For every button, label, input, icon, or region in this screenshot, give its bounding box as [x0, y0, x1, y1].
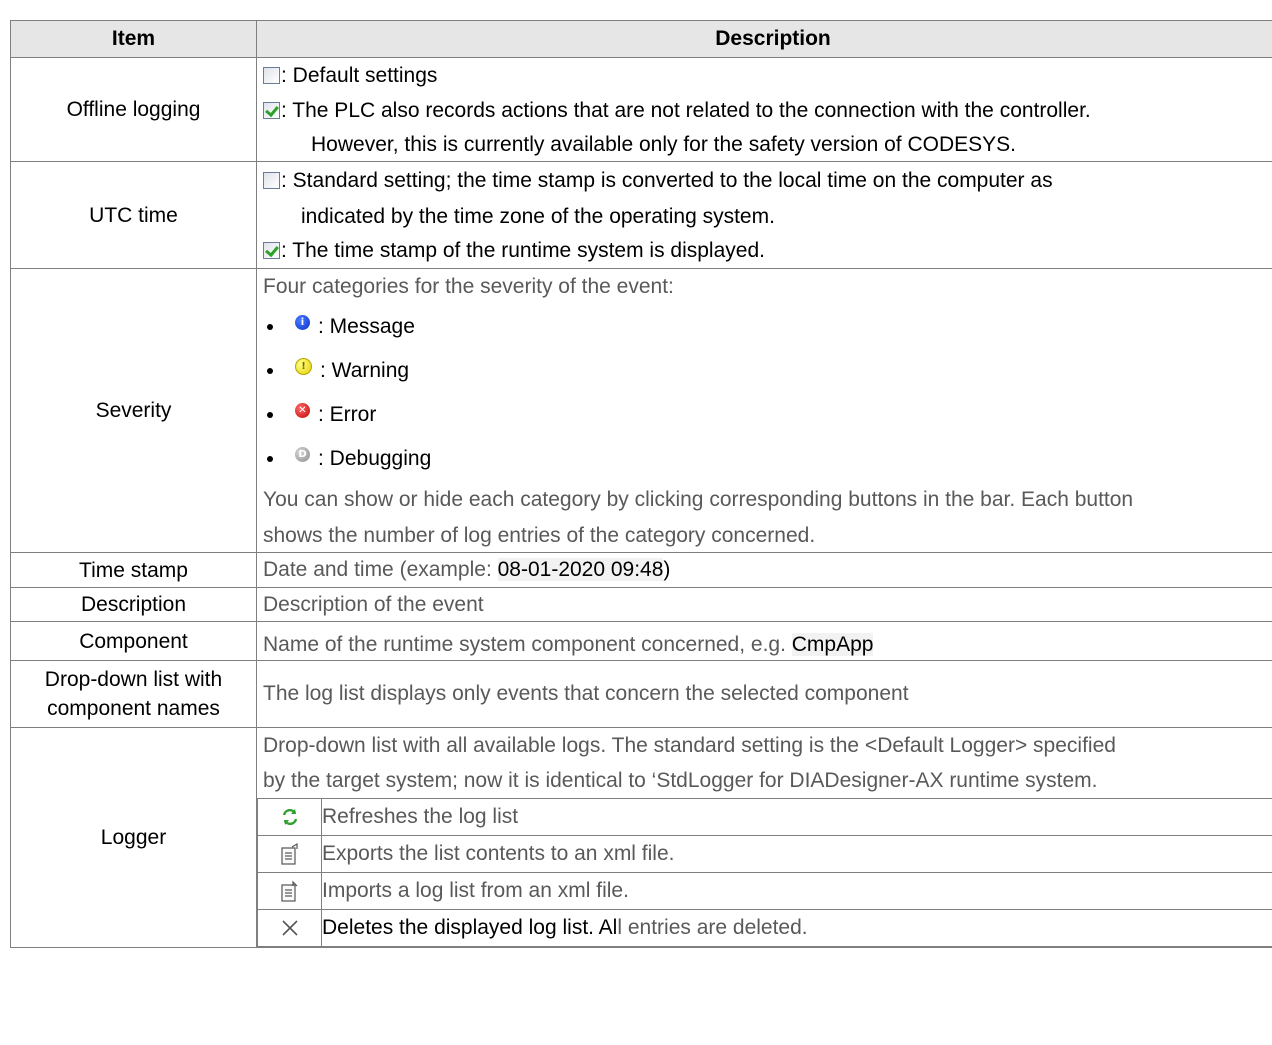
delete-text-b: l entries are deleted.	[617, 916, 808, 939]
desc-time-stamp: Date and time (example: 08-01-2020 09:48…	[256, 552, 1272, 588]
severity-label: : Error	[318, 403, 377, 426]
header-item: Item	[10, 20, 257, 58]
logger-line-2: by the target system; now it is identica…	[263, 769, 1098, 792]
unchecked-checkbox-icon	[263, 67, 280, 84]
bullet	[267, 456, 273, 462]
logger-buttons-table: Refreshes the log list Exports the list …	[257, 798, 1272, 947]
info-icon: i	[295, 314, 310, 330]
logger-button-row: Deletes the displayed log list. All entr…	[257, 909, 1272, 947]
utc-unchecked-text: : Standard setting; the time stamp is co…	[281, 169, 1053, 192]
header-row: Item Description	[10, 20, 1272, 58]
bullet	[267, 324, 273, 330]
delete-icon[interactable]	[277, 915, 303, 941]
bullet	[267, 368, 273, 374]
utc-checked-text: : The time stamp of the runtime system i…	[281, 239, 765, 262]
time-stamp-example: 08-01-2020 09:48	[497, 558, 664, 581]
item-component: Component	[10, 621, 257, 661]
description-table: Item Description Offline logging : Defau…	[10, 20, 1272, 948]
severity-label: : Debugging	[318, 447, 432, 470]
severity-item: ! : Warning	[263, 349, 1272, 393]
time-stamp-suffix: )	[663, 558, 671, 581]
unchecked-checkbox-icon	[263, 172, 280, 189]
severity-item: i : Message	[263, 305, 1272, 349]
logger-line-1: Drop-down list with all available logs. …	[263, 734, 1116, 757]
logger-button-text: Imports a log list from an xml file.	[321, 872, 1272, 910]
row-dropdown: Drop-down list with component names The …	[10, 660, 1272, 728]
row-severity: Severity Four categories for the severit…	[10, 268, 1272, 553]
severity-item: D : Debugging	[263, 437, 1272, 481]
debug-icon: D	[295, 446, 310, 462]
item-logger: Logger	[10, 727, 257, 948]
row-component: Component Name of the runtime system com…	[10, 621, 1272, 661]
utc-unchecked-cont: indicated by the time zone of the operat…	[301, 205, 775, 228]
item-dropdown-line2: component names	[47, 697, 220, 720]
offline-unchecked-text: : Default settings	[281, 64, 438, 87]
checked-checkbox-icon	[263, 242, 280, 259]
item-utc-time: UTC time	[10, 161, 257, 269]
logger-button-text: Exports the list contents to an xml file…	[321, 835, 1272, 873]
bullet	[267, 412, 273, 418]
component-prefix: Name of the runtime system component con…	[263, 633, 792, 656]
item-severity: Severity	[10, 268, 257, 553]
desc-utc-time: : Standard setting; the time stamp is co…	[256, 161, 1272, 269]
severity-item: ✕ : Error	[263, 393, 1272, 437]
desc-offline-logging: : Default settings : The PLC also record…	[256, 57, 1272, 162]
refresh-icon[interactable]	[277, 804, 303, 830]
severity-label: : Message	[318, 315, 415, 338]
delete-text-a: Deletes the displayed log list. Al	[322, 916, 618, 939]
checked-checkbox-icon	[263, 102, 280, 119]
item-dropdown-line1: Drop-down list with	[44, 668, 223, 691]
row-offline-logging: Offline logging : Default settings : The…	[10, 57, 1272, 162]
item-offline-logging: Offline logging	[10, 57, 257, 162]
severity-label: : Warning	[320, 359, 410, 382]
desc-description: Description of the event	[256, 587, 1272, 622]
logger-button-text: Deletes the displayed log list. All entr…	[321, 909, 1272, 947]
component-example: CmpApp	[791, 633, 874, 656]
logger-button-row: Imports a log list from an xml file.	[257, 872, 1272, 910]
row-description: Description Description of the event	[10, 587, 1272, 622]
logger-button-row: Exports the list contents to an xml file…	[257, 835, 1272, 873]
header-description: Description	[256, 20, 1272, 58]
item-description: Description	[10, 587, 257, 622]
warning-icon: !	[295, 357, 312, 375]
desc-logger: Drop-down list with all available logs. …	[256, 727, 1272, 948]
desc-component: Name of the runtime system component con…	[256, 621, 1272, 661]
time-stamp-prefix: Date and time (example:	[263, 558, 498, 581]
severity-note-2: shows the number of log entries of the c…	[263, 524, 816, 547]
offline-checked-cont: However, this is currently available onl…	[311, 133, 1016, 156]
desc-dropdown: The log list displays only events that c…	[256, 660, 1272, 728]
logger-button-row: Refreshes the log list	[257, 798, 1272, 836]
row-utc-time: UTC time : Standard setting; the time st…	[10, 161, 1272, 269]
import-icon[interactable]	[277, 878, 303, 904]
offline-checked-text: : The PLC also records actions that are …	[281, 99, 1091, 122]
export-icon[interactable]	[277, 841, 303, 867]
desc-severity: Four categories for the severity of the …	[256, 268, 1272, 553]
row-time-stamp: Time stamp Date and time (example: 08-01…	[10, 552, 1272, 588]
logger-button-text: Refreshes the log list	[321, 798, 1272, 836]
item-time-stamp: Time stamp	[10, 552, 257, 588]
error-icon: ✕	[295, 402, 310, 418]
row-logger: Logger Drop-down list with all available…	[10, 727, 1272, 948]
item-dropdown: Drop-down list with component names	[10, 660, 257, 728]
severity-note-1: You can show or hide each category by cl…	[263, 488, 1134, 511]
severity-intro: Four categories for the severity of the …	[263, 275, 674, 298]
